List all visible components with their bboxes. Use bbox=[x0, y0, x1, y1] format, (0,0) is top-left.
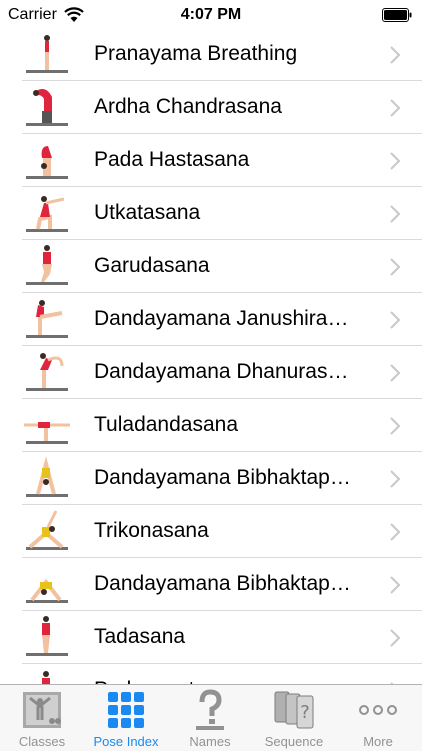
pose-name: Dandayamana Dhanuras… bbox=[94, 360, 349, 383]
chevron-right-icon bbox=[390, 152, 401, 170]
pose-thumbnail-icon bbox=[26, 456, 68, 497]
chevron-right-icon bbox=[390, 523, 401, 541]
pose-row[interactable]: Garudasana bbox=[0, 240, 422, 293]
chevron-right-icon bbox=[390, 629, 401, 647]
chevron-right-icon bbox=[390, 258, 401, 276]
svg-text:?: ? bbox=[300, 702, 310, 723]
pose-row[interactable]: Dandayamana Dhanuras… bbox=[0, 346, 422, 399]
chevron-right-icon bbox=[390, 99, 401, 117]
pose-thumbnail-icon bbox=[26, 510, 68, 550]
tab-label: Pose Index bbox=[93, 734, 159, 749]
pose-thumbnail-icon bbox=[26, 89, 68, 126]
pose-thumbnail-icon bbox=[26, 578, 68, 603]
pose-name: Utkatasana bbox=[94, 201, 201, 224]
pose-name: Ardha Chandrasana bbox=[94, 95, 282, 118]
pose-thumbnail-icon bbox=[26, 300, 68, 338]
more-dots-icon bbox=[359, 705, 397, 715]
pose-row[interactable]: Pranayama Breathing bbox=[0, 28, 422, 81]
pose-thumbnail-icon bbox=[26, 353, 68, 391]
tab-pose-index[interactable]: Pose Index bbox=[84, 685, 168, 751]
question-icon bbox=[196, 689, 224, 730]
pose-name: Garudasana bbox=[94, 254, 210, 277]
pose-name: Pranayama Breathing bbox=[94, 42, 298, 65]
sequence-cards-icon: ? bbox=[274, 691, 314, 729]
pose-thumbnail-icon bbox=[26, 196, 68, 232]
pose-row[interactable]: Tuladandasana bbox=[0, 399, 422, 452]
pose-name: Dandayamana Bibhaktap… bbox=[94, 572, 351, 595]
classes-icon bbox=[23, 692, 61, 728]
pose-row[interactable]: Dandayamana Bibhaktap… bbox=[0, 452, 422, 505]
chevron-right-icon bbox=[390, 46, 401, 64]
pose-thumbnail-icon bbox=[26, 146, 68, 179]
tab-label: More bbox=[363, 734, 393, 749]
pose-thumbnail-icon bbox=[42, 671, 50, 684]
pose-row[interactable]: Padangustasana bbox=[0, 664, 422, 684]
chevron-right-icon bbox=[390, 576, 401, 594]
pose-name: Dandayamana Janushira… bbox=[94, 307, 349, 330]
pose-row[interactable]: Ardha Chandrasana bbox=[0, 81, 422, 134]
battery-icon bbox=[382, 8, 412, 22]
chevron-right-icon bbox=[390, 470, 401, 488]
pose-row[interactable]: Utkatasana bbox=[0, 187, 422, 240]
tab-label: Classes bbox=[18, 734, 66, 749]
status-time: 4:07 PM bbox=[180, 6, 242, 23]
pose-thumbnail-icon bbox=[26, 245, 68, 285]
tab-label: Names bbox=[189, 734, 231, 749]
pose-thumbnail-icon bbox=[24, 422, 70, 444]
pose-thumbnail-icon bbox=[26, 35, 68, 73]
pose-name: Dandayamana Bibhaktap… bbox=[94, 466, 351, 489]
tab-names[interactable]: Names bbox=[168, 685, 252, 751]
pose-row[interactable]: Dandayamana Janushira… bbox=[0, 293, 422, 346]
pose-row[interactable]: Dandayamana Bibhaktap… bbox=[0, 558, 422, 611]
pose-name: Pada Hastasana bbox=[94, 148, 250, 171]
tab-sequence[interactable]: ? Sequence bbox=[252, 685, 336, 751]
chevron-right-icon bbox=[390, 417, 401, 435]
pose-name: Tadasana bbox=[94, 625, 186, 648]
pose-thumbnail-icon bbox=[26, 616, 68, 656]
pose-name: Padangustasana bbox=[94, 676, 384, 684]
pose-list[interactable]: Pranayama Breathing Ardha Chandrasana Pa… bbox=[0, 28, 422, 684]
chevron-right-icon bbox=[390, 205, 401, 223]
tab-bar: Classes Pose Index Names ? Sequence More bbox=[0, 684, 422, 751]
pose-name: Tuladandasana bbox=[94, 413, 239, 436]
tab-classes[interactable]: Classes bbox=[0, 685, 84, 751]
grid-icon bbox=[108, 692, 144, 728]
pose-row[interactable]: Trikonasana bbox=[0, 505, 422, 558]
pose-row[interactable]: Tadasana bbox=[0, 611, 422, 664]
status-bar: Carrier 4:07 PM bbox=[0, 0, 422, 30]
pose-row[interactable]: Pada Hastasana bbox=[0, 134, 422, 187]
tab-more[interactable]: More bbox=[336, 685, 420, 751]
chevron-right-icon bbox=[390, 311, 401, 329]
pose-name: Trikonasana bbox=[94, 519, 209, 542]
tab-label: Sequence bbox=[264, 734, 324, 749]
chevron-right-icon bbox=[390, 364, 401, 382]
